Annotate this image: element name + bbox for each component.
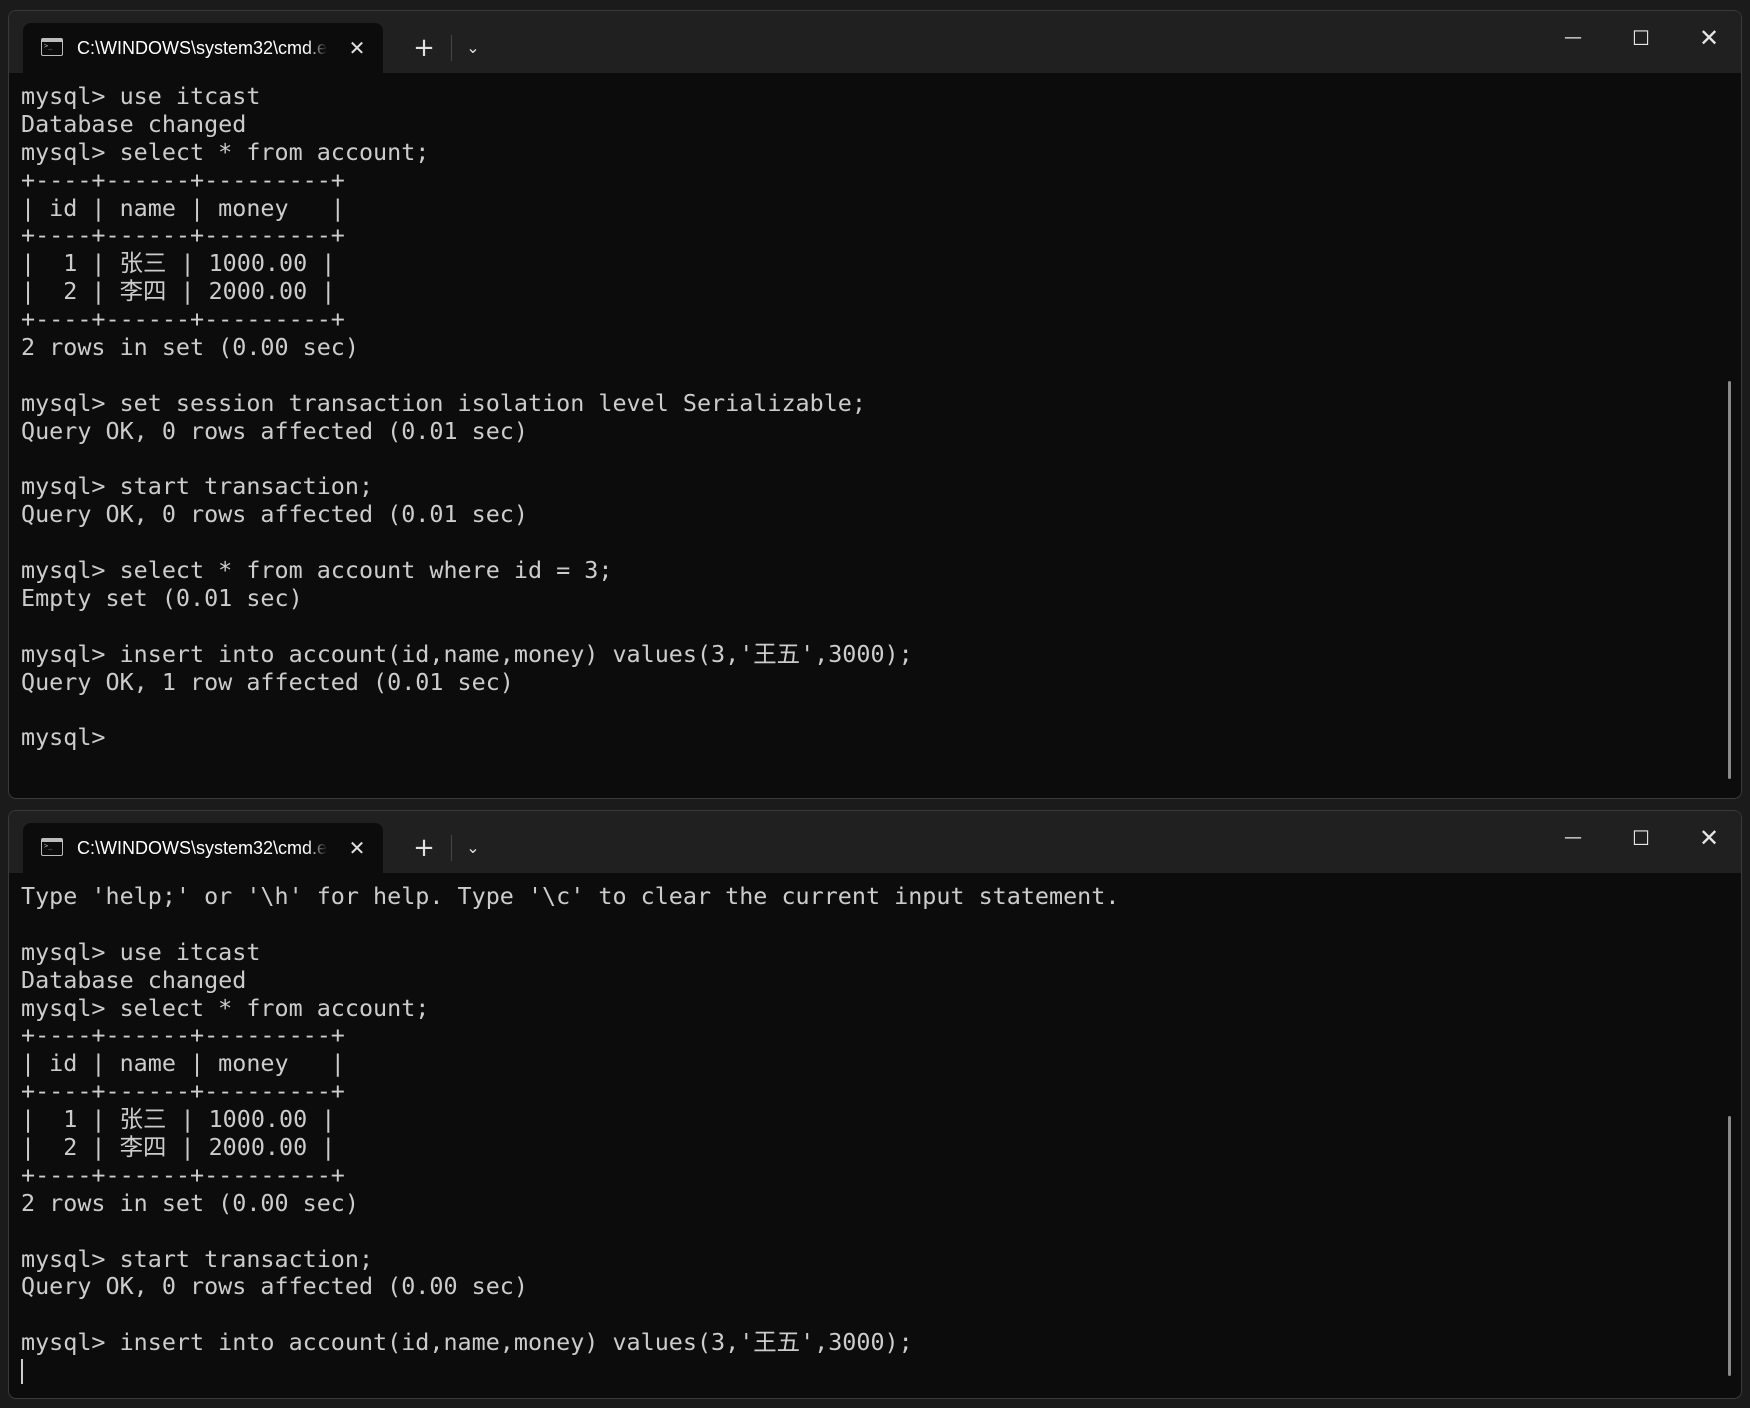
terminal-line: Query OK, 0 rows affected (0.00 sec) — [21, 1272, 528, 1301]
terminal-line: | 1 | 张三 | 1000.00 | — [21, 1105, 336, 1134]
plus-icon[interactable]: + — [407, 31, 441, 65]
chevron-down-icon[interactable]: ⌄ — [459, 831, 487, 865]
terminal-line: +----+------+---------+ — [21, 1077, 345, 1106]
title-bar: C:\WINDOWS\system32\cmd.exe ✕ + ⌄ — ☐ ✕ — [9, 811, 1741, 873]
terminal-line: mysql> select * from account where id = … — [21, 556, 613, 585]
terminal-output[interactable]: Type 'help;' or '\h' for help. Type '\c'… — [21, 883, 1711, 1390]
minimize-icon[interactable]: — — [1547, 21, 1599, 55]
terminal-line: +----+------+---------+ — [21, 221, 345, 250]
terminal-line: | 2 | 李四 | 2000.00 | — [21, 277, 336, 306]
close-icon[interactable]: ✕ — [345, 35, 369, 61]
terminal-line: +----+------+---------+ — [21, 165, 345, 194]
terminal-line: | 1 | 张三 | 1000.00 | — [21, 249, 336, 278]
terminal-line: Query OK, 0 rows affected (0.01 sec) — [21, 416, 528, 445]
maximize-icon[interactable]: ☐ — [1615, 21, 1667, 55]
tab-title: C:\WINDOWS\system32\cmd.exe — [77, 38, 327, 58]
terminal-line: mysql> start transaction; — [21, 1244, 374, 1273]
terminal-line: | 2 | 李四 | 2000.00 | — [21, 1133, 336, 1162]
cursor-line — [21, 1357, 1711, 1385]
terminal-line: 2 rows in set (0.00 sec) — [21, 1188, 359, 1217]
terminal-line: Database changed — [21, 965, 247, 994]
plus-icon[interactable]: + — [407, 831, 441, 865]
terminal-line: Empty set (0.01 sec) — [21, 584, 303, 613]
terminal-line: Database changed — [21, 109, 247, 138]
title-bar: C:\WINDOWS\system32\cmd.exe ✕ + ⌄ — ☐ ✕ — [9, 11, 1741, 73]
terminal-output[interactable]: mysql> use itcast Database changed mysql> … — [21, 83, 1711, 790]
terminal-icon — [41, 38, 63, 56]
terminal-line: mysql> use itcast — [21, 83, 261, 110]
text-cursor — [21, 1359, 23, 1385]
terminal-line: | id | name | money | — [21, 1049, 345, 1078]
terminal-line: Query OK, 0 rows affected (0.01 sec) — [21, 500, 528, 529]
terminal-window-bottom: C:\WINDOWS\system32\cmd.exe ✕ + ⌄ — ☐ ✕ … — [8, 810, 1742, 1399]
terminal-line: mysql> insert into account(id,name,money… — [21, 639, 913, 668]
terminal-line: +----+------+---------+ — [21, 305, 345, 334]
maximize-icon[interactable]: ☐ — [1615, 821, 1667, 855]
scrollbar[interactable] — [1728, 1116, 1731, 1376]
tab-separator — [451, 835, 452, 861]
terminal-line: +----+------+---------+ — [21, 1160, 345, 1189]
terminal-line: mysql> select * from account; — [21, 137, 430, 166]
terminal-line: mysql> insert into account(id,name,money… — [21, 1328, 913, 1357]
minimize-icon[interactable]: — — [1547, 821, 1599, 855]
close-icon[interactable]: ✕ — [1683, 821, 1735, 855]
terminal-line: | id | name | money | — [21, 193, 345, 222]
close-icon[interactable]: ✕ — [345, 835, 369, 861]
terminal-line: mysql> use itcast — [21, 937, 261, 966]
terminal-line: mysql> select * from account; — [21, 993, 430, 1022]
terminal-line: Type 'help;' or '\h' for help. Type '\c'… — [21, 883, 1120, 910]
tab-title: C:\WINDOWS\system32\cmd.exe — [77, 838, 327, 858]
tab-cmd[interactable]: C:\WINDOWS\system32\cmd.exe ✕ — [23, 23, 383, 73]
terminal-line: mysql> start transaction; — [21, 472, 374, 501]
scrollbar[interactable] — [1728, 381, 1731, 779]
terminal-window-top: C:\WINDOWS\system32\cmd.exe ✕ + ⌄ — ☐ ✕ … — [8, 10, 1742, 799]
chevron-down-icon[interactable]: ⌄ — [459, 31, 487, 65]
terminal-icon — [41, 838, 63, 856]
tab-separator — [451, 35, 452, 61]
terminal-line: Query OK, 1 row affected (0.01 sec) — [21, 667, 514, 696]
terminal-line: mysql> set session transaction isolation… — [21, 388, 866, 417]
tab-cmd[interactable]: C:\WINDOWS\system32\cmd.exe ✕ — [23, 823, 383, 873]
close-icon[interactable]: ✕ — [1683, 21, 1735, 55]
terminal-line: +----+------+---------+ — [21, 1021, 345, 1050]
terminal-line: mysql> — [21, 723, 106, 752]
terminal-line: 2 rows in set (0.00 sec) — [21, 333, 359, 362]
